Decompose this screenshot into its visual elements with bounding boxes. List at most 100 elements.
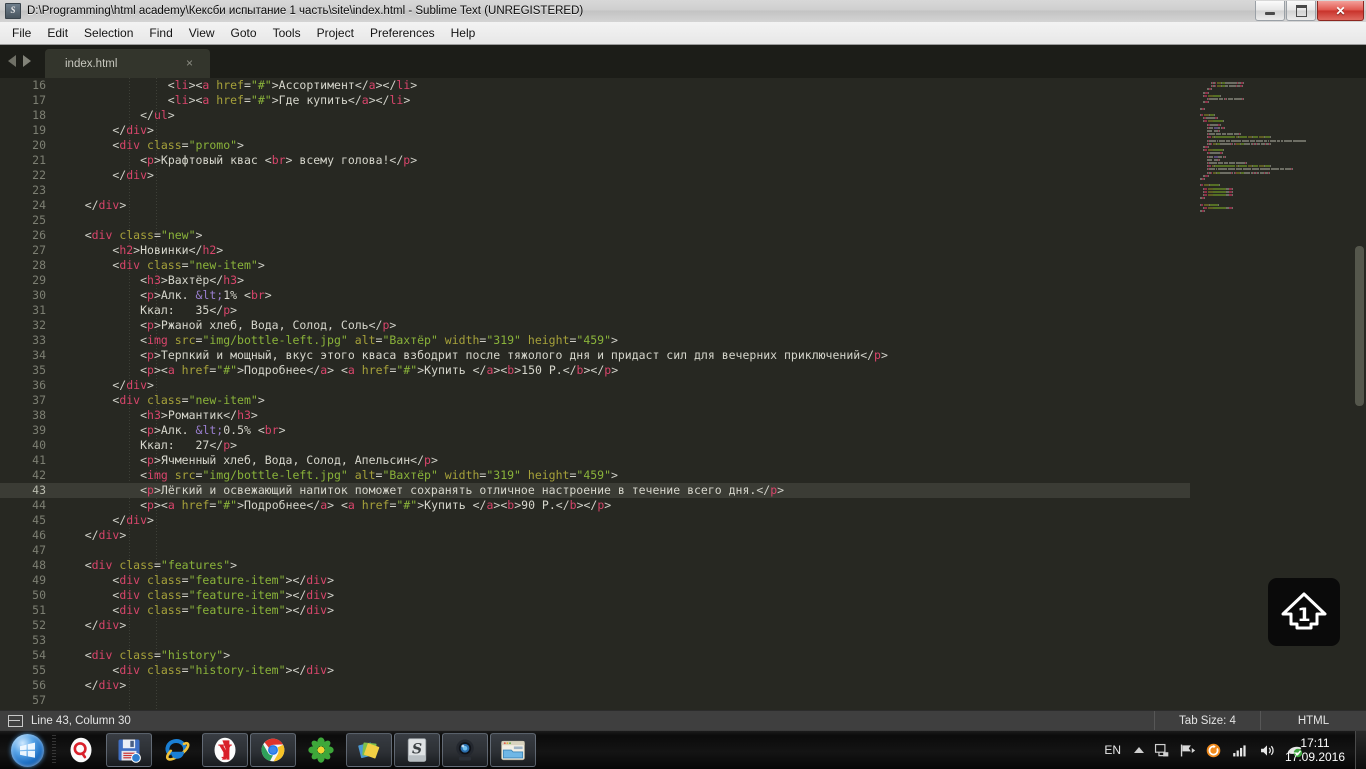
taskbar-yandex-search-icon[interactable] xyxy=(58,733,104,767)
windows-logo-icon xyxy=(10,733,44,767)
code-line[interactable]: 42 <img src="img/bottle-left.jpg" alt="В… xyxy=(0,468,1190,483)
code-line[interactable]: 54 <div class="history"> xyxy=(0,648,1190,663)
removable-media-icon[interactable] xyxy=(1153,742,1170,759)
menu-item-edit[interactable]: Edit xyxy=(39,24,76,42)
tab-next-arrow-icon[interactable] xyxy=(23,55,31,67)
menu-item-find[interactable]: Find xyxy=(141,24,180,42)
taskbar-save-disk-icon[interactable] xyxy=(106,733,152,767)
start-button[interactable] xyxy=(3,732,51,768)
minimap-line-segment xyxy=(1234,142,1236,145)
close-button[interactable]: ✕ xyxy=(1317,1,1364,21)
code-line[interactable]: 35 <p><a href="#">Подробнее</a> <a href=… xyxy=(0,363,1190,378)
network-signal-icon[interactable] xyxy=(1231,742,1249,759)
code-line[interactable]: 55 <div class="history-item"></div> xyxy=(0,663,1190,678)
code-line[interactable]: 32 <p>Ржаной хлеб, Вода, Солод, Соль</p> xyxy=(0,318,1190,333)
code-line[interactable]: 40 Ккал: 27</p> xyxy=(0,438,1190,453)
minimize-button[interactable] xyxy=(1255,1,1285,21)
tab-index-html[interactable]: index.html × xyxy=(45,49,210,78)
code-line[interactable]: 41 <p>Ячменный хлеб, Вода, Солод, Апельс… xyxy=(0,453,1190,468)
menu-item-file[interactable]: File xyxy=(4,24,39,42)
taskbar-google-chrome-icon[interactable] xyxy=(250,733,296,767)
action-center-flag-icon[interactable] xyxy=(1179,742,1196,759)
code-line[interactable]: 24 </div> xyxy=(0,198,1190,213)
minimap-line-segment xyxy=(1221,152,1223,155)
language-indicator[interactable]: EN xyxy=(1104,743,1121,757)
code-text-area[interactable]: 16 <li><a href="#">Ассортимент</a></li> 1… xyxy=(0,78,1190,710)
menu-item-help[interactable]: Help xyxy=(443,24,484,42)
code-line[interactable]: 21 <p>Крафтовый квас <br> всему голова!<… xyxy=(0,153,1190,168)
update-orange-icon[interactable] xyxy=(1205,742,1222,759)
code-line-content: <img src="img/bottle-left.jpg" alt="Вахт… xyxy=(57,468,618,482)
code-line[interactable]: 56 </div> xyxy=(0,678,1190,693)
menu-item-view[interactable]: View xyxy=(181,24,223,42)
tab-size-setting[interactable]: Tab Size: 4 xyxy=(1154,711,1260,731)
code-line-content: </div> xyxy=(57,618,127,632)
code-line[interactable]: 17 <li><a href="#">Где купить</a></li> xyxy=(0,93,1190,108)
code-line[interactable]: 19 </div> xyxy=(0,123,1190,138)
code-line[interactable]: 34 <p>Терпкий и мощный, вкус этого кваса… xyxy=(0,348,1190,363)
show-desktop-button[interactable] xyxy=(1355,731,1366,769)
code-line[interactable]: 16 <li><a href="#">Ассортимент</a></li> xyxy=(0,78,1190,93)
menu-item-preferences[interactable]: Preferences xyxy=(362,24,443,42)
code-line[interactable]: 52 </div> xyxy=(0,618,1190,633)
code-editor[interactable]: 16 <li><a href="#">Ассортимент</a></li> 1… xyxy=(0,78,1366,710)
code-line[interactable]: 36 </div> xyxy=(0,378,1190,393)
tab-close-icon[interactable]: × xyxy=(186,57,193,69)
code-line[interactable]: 22 </div> xyxy=(0,168,1190,183)
code-line[interactable]: 48 <div class="features"> xyxy=(0,558,1190,573)
maximize-button[interactable] xyxy=(1286,1,1316,21)
code-line[interactable]: 33 <img src="img/bottle-left.jpg" alt="В… xyxy=(0,333,1190,348)
code-line[interactable]: 51 <div class="feature-item"></div> xyxy=(0,603,1190,618)
code-line[interactable]: 57 xyxy=(0,693,1190,708)
minimap-line-segment xyxy=(1220,171,1230,174)
code-line[interactable]: 39 <p>Алк. &lt;0.5% <br> xyxy=(0,423,1190,438)
code-line[interactable]: 23 xyxy=(0,183,1190,198)
svg-text:Y: Y xyxy=(217,742,232,763)
code-line[interactable]: 53 xyxy=(0,633,1190,648)
taskbar-clock[interactable]: 17:11 17.09.2016 xyxy=(1276,731,1354,769)
code-line[interactable]: 27 <h2>Новинки</h2> xyxy=(0,243,1190,258)
code-line[interactable]: 30 <p>Алк. &lt;1% <br> xyxy=(0,288,1190,303)
code-line[interactable]: 37 <div class="new-item"> xyxy=(0,393,1190,408)
code-line[interactable]: 18 </ul> xyxy=(0,108,1190,123)
window-titlebar[interactable]: S D:\Programming\html academy\Кексби исп… xyxy=(0,0,1366,23)
minimap-line-segment xyxy=(1269,165,1271,168)
menu-item-project[interactable]: Project xyxy=(309,24,362,42)
taskbar-webcam-icon[interactable] xyxy=(442,733,488,767)
code-line[interactable]: 25 xyxy=(0,213,1190,228)
code-line-content: <p>Алк. &lt;1% <br> xyxy=(57,288,272,302)
code-line[interactable]: 45 </div> xyxy=(0,513,1190,528)
syntax-setting[interactable]: HTML xyxy=(1260,711,1366,731)
volume-speaker-icon[interactable] xyxy=(1258,742,1276,759)
code-line[interactable]: 49 <div class="feature-item"></div> xyxy=(0,573,1190,588)
sidebar-toggle-icon[interactable] xyxy=(8,715,23,727)
taskbar-photo-viewer-icon[interactable] xyxy=(346,733,392,767)
chrome-glyph xyxy=(261,738,285,762)
taskbar-file-explorer-icon[interactable] xyxy=(490,733,536,767)
code-line[interactable]: 44 <p><a href="#">Подробнее</a> <a href=… xyxy=(0,498,1190,513)
code-line[interactable]: 38 <h3>Романтик</h3> xyxy=(0,408,1190,423)
menu-item-selection[interactable]: Selection xyxy=(76,24,141,42)
code-line[interactable]: 28 <div class="new-item"> xyxy=(0,258,1190,273)
code-line[interactable]: 46 </div> xyxy=(0,528,1190,543)
code-line[interactable]: 43 <p>Лёгкий и освежающий напиток поможе… xyxy=(0,483,1190,498)
minimap-viewport-handle[interactable] xyxy=(1355,246,1364,406)
tab-scroll-arrows[interactable] xyxy=(8,55,31,67)
taskbar-sublime-text-icon[interactable]: S xyxy=(394,733,440,767)
show-hidden-icons-arrow-icon[interactable] xyxy=(1134,747,1144,753)
code-line[interactable]: 29 <h3>Вахтёр</h3> xyxy=(0,273,1190,288)
tab-prev-arrow-icon[interactable] xyxy=(8,55,16,67)
minimap-line-segment xyxy=(1219,184,1220,187)
taskbar-yandex-browser-icon[interactable]: Y xyxy=(202,733,248,767)
menu-item-goto[interactable]: Goto xyxy=(223,24,265,42)
code-line[interactable]: 26 <div class="new"> xyxy=(0,228,1190,243)
code-line[interactable]: 20 <div class="promo"> xyxy=(0,138,1190,153)
taskbar-icq-icon[interactable] xyxy=(298,733,344,767)
code-line[interactable]: 47 xyxy=(0,543,1190,558)
code-line[interactable]: 31 Ккал: 35</p> xyxy=(0,303,1190,318)
upload-house-1-icon[interactable]: 1 xyxy=(1268,578,1340,646)
menu-item-tools[interactable]: Tools xyxy=(265,24,309,42)
code-line-content: <li><a href="#">Где купить</a></li> xyxy=(57,93,411,107)
taskbar-internet-explorer-icon[interactable] xyxy=(154,733,200,767)
code-line[interactable]: 50 <div class="feature-item"></div> xyxy=(0,588,1190,603)
